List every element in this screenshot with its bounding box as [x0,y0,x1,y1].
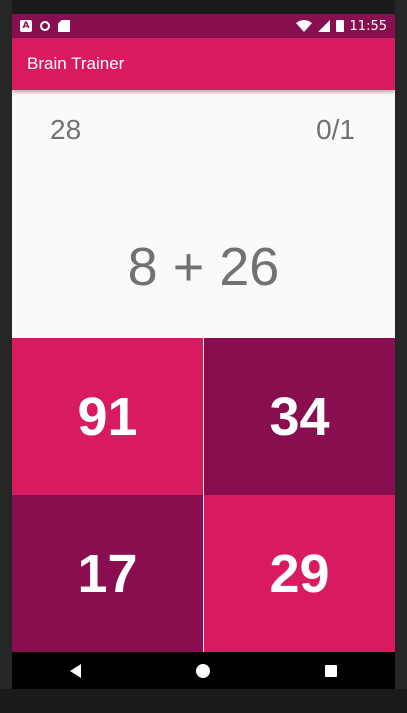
sd-card-icon [58,20,70,32]
status-bar: A 11:55 [12,14,395,38]
question-text: 8 + 26 [127,237,280,297]
app-bar: Brain Trainer [12,38,395,90]
signal-icon [317,20,330,32]
answer-button-2[interactable]: 34 [204,338,395,495]
system-icons: 11:55 [295,18,387,34]
device-frame-bottom [0,689,407,713]
device-frame-right [395,0,407,713]
answer-button-4[interactable]: 29 [204,495,395,652]
notification-icons: A [20,20,70,32]
device-frame-top [0,0,407,14]
score-text: 0/1 [316,114,355,145]
circle-icon [40,21,50,31]
device-frame-left [0,0,12,713]
answer-button-3[interactable]: 17 [12,495,203,652]
app-title: Brain Trainer [27,54,125,73]
back-icon[interactable] [69,663,81,678]
answer-grid: 91 34 17 29 [12,338,395,652]
wifi-icon [295,20,312,32]
a-icon: A [20,20,32,32]
answer-button-1[interactable]: 91 [12,338,203,495]
battery-icon [335,20,344,32]
navigation-bar [12,652,395,689]
phone-screen: A 11:55 Brain Trainer 28 0/1 8 + 26 91 3… [12,14,395,689]
home-icon[interactable] [195,663,210,678]
timer-text: 28 [50,114,82,145]
status-time: 11:55 [349,18,387,34]
recents-icon[interactable] [325,664,338,677]
